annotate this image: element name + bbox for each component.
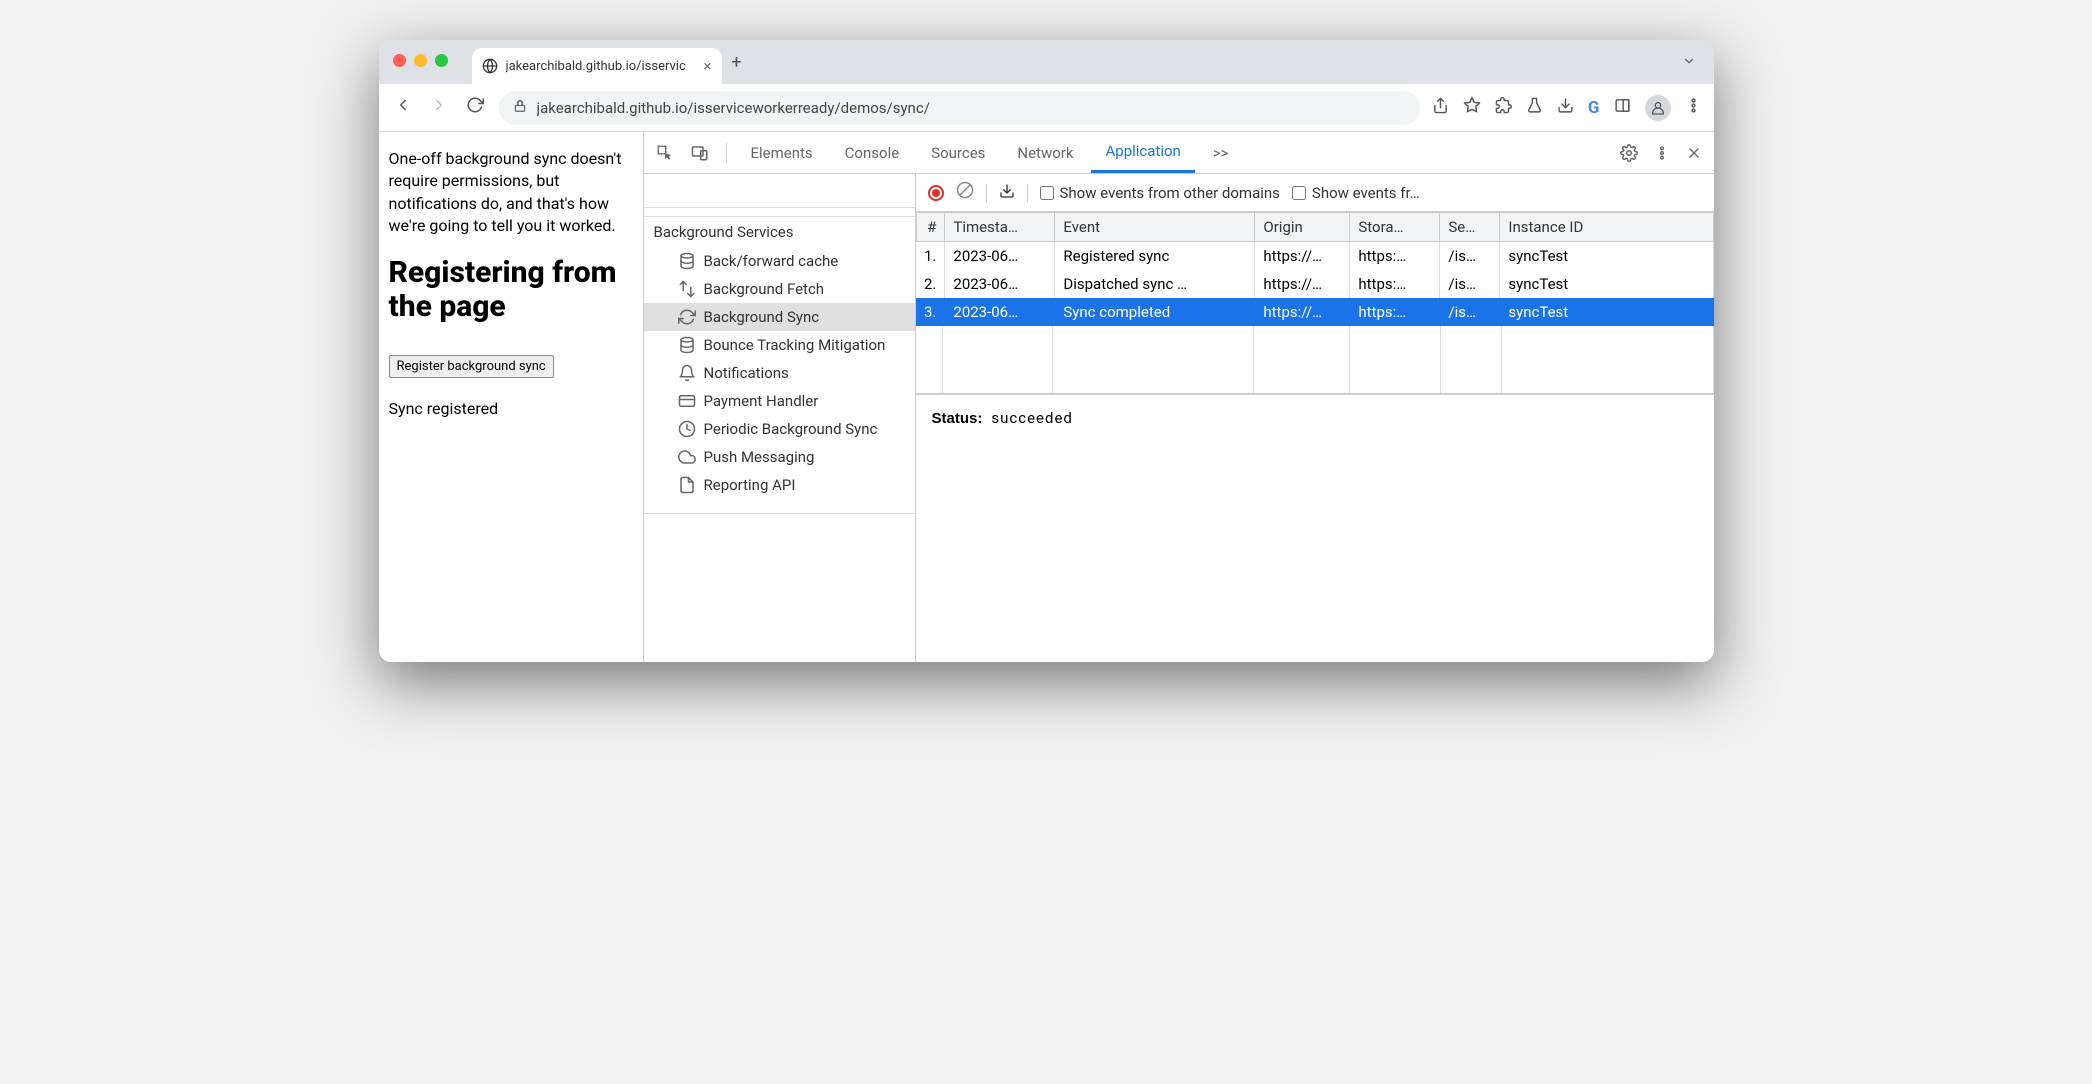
subtoolbar: Show events from other domains Show even… xyxy=(916,174,1714,212)
table-row[interactable]: 1. 2023-06… Registered sync https://… ht… xyxy=(916,242,1713,271)
tab-application[interactable]: Application xyxy=(1091,132,1194,173)
url-text: jakearchibald.github.io/isserviceworkerr… xyxy=(537,99,1406,117)
devtools-tabs: Elements Console Sources Network Applica… xyxy=(644,132,1714,174)
application-sidebar: Background Services Back/forward cache B… xyxy=(644,174,916,662)
menu-icon[interactable] xyxy=(1685,97,1702,119)
updown-icon xyxy=(678,280,696,298)
browser-tab[interactable]: jakearchibald.github.io/isservic × xyxy=(472,48,722,84)
maximize-window-button[interactable] xyxy=(435,54,448,67)
labs-icon[interactable] xyxy=(1526,97,1543,119)
sidebar-item-bg-fetch[interactable]: Background Fetch xyxy=(644,275,915,303)
inspect-element-icon[interactable] xyxy=(650,144,680,162)
side-panel-icon[interactable] xyxy=(1614,97,1631,119)
database-icon xyxy=(678,336,696,354)
clock-icon xyxy=(678,420,696,438)
kebab-icon[interactable] xyxy=(1648,145,1676,161)
file-icon xyxy=(678,476,696,494)
table-row[interactable]: 3. 2023-06… Sync completed https://… htt… xyxy=(916,298,1713,326)
sidebar-item-periodic[interactable]: Periodic Background Sync xyxy=(644,415,915,443)
sidebar-item-notifications[interactable]: Notifications xyxy=(644,359,915,387)
devtools-body: Background Services Back/forward cache B… xyxy=(644,174,1714,662)
tab-console[interactable]: Console xyxy=(831,132,914,173)
minimize-window-button[interactable] xyxy=(414,54,427,67)
close-devtools-icon[interactable] xyxy=(1680,145,1708,161)
show-events-checkbox-2[interactable]: Show events fr… xyxy=(1292,184,1420,202)
sidebar-item-reporting[interactable]: Reporting API xyxy=(644,471,915,499)
globe-icon xyxy=(482,58,498,74)
close-window-button[interactable] xyxy=(393,54,406,67)
register-sync-button[interactable]: Register background sync xyxy=(389,355,554,378)
device-toggle-icon[interactable] xyxy=(684,144,716,162)
sidebar-section-title: Background Services xyxy=(644,216,915,247)
tab-title: jakearchibald.github.io/isservic xyxy=(506,59,696,74)
events-table: # Timesta… Event Origin Stora… Se… Insta… xyxy=(916,212,1714,326)
sync-status-text: Sync registered xyxy=(389,398,633,420)
sidebar-item-push[interactable]: Push Messaging xyxy=(644,443,915,471)
save-icon[interactable] xyxy=(999,183,1015,203)
downloads-icon[interactable] xyxy=(1557,97,1574,119)
intro-paragraph: One-off background sync doesn't require … xyxy=(389,148,633,238)
sidebar-item-bg-sync[interactable]: Background Sync xyxy=(644,303,915,331)
card-icon xyxy=(678,392,696,410)
forward-button[interactable] xyxy=(427,96,451,119)
google-icon[interactable]: G xyxy=(1588,98,1600,118)
share-icon[interactable] xyxy=(1432,97,1449,119)
sidebar-item-bfcache[interactable]: Back/forward cache xyxy=(644,247,915,275)
tab-more[interactable]: >> xyxy=(1199,132,1243,173)
browser-window: jakearchibald.github.io/isservic × + jak… xyxy=(379,40,1714,662)
toolbar-actions: G xyxy=(1432,95,1702,121)
toolbar: jakearchibald.github.io/isserviceworkerr… xyxy=(379,84,1714,132)
sync-icon xyxy=(678,308,696,326)
record-button[interactable] xyxy=(928,185,944,201)
sidebar-item-payment[interactable]: Payment Handler xyxy=(644,387,915,415)
clear-button[interactable] xyxy=(956,181,974,204)
events-table-wrap: # Timesta… Event Origin Stora… Se… Insta… xyxy=(916,212,1714,395)
content-area: One-off background sync doesn't require … xyxy=(379,132,1714,662)
bookmark-star-icon[interactable] xyxy=(1463,96,1481,119)
table-header-row: # Timesta… Event Origin Stora… Se… Insta… xyxy=(916,213,1713,242)
table-row[interactable]: 2. 2023-06… Dispatched sync … https://… … xyxy=(916,270,1713,298)
tab-network[interactable]: Network xyxy=(1003,132,1087,173)
lock-icon xyxy=(513,99,527,117)
page-pane: One-off background sync doesn't require … xyxy=(379,132,644,662)
tab-sources[interactable]: Sources xyxy=(917,132,999,173)
devtools: Elements Console Sources Network Applica… xyxy=(644,132,1714,662)
database-icon xyxy=(678,252,696,270)
show-other-domains-checkbox[interactable]: Show events from other domains xyxy=(1040,184,1280,202)
bell-icon xyxy=(678,364,696,382)
empty-table-area xyxy=(916,326,1714,394)
window-controls xyxy=(393,54,448,67)
profile-avatar[interactable] xyxy=(1645,95,1671,121)
address-bar[interactable]: jakearchibald.github.io/isserviceworkerr… xyxy=(499,91,1420,125)
page-heading: Registering from the page xyxy=(389,256,633,325)
tab-elements[interactable]: Elements xyxy=(737,132,827,173)
back-button[interactable] xyxy=(391,96,415,119)
sidebar-item-bounce[interactable]: Bounce Tracking Mitigation xyxy=(644,331,915,359)
status-line: Status: succeeded xyxy=(916,395,1714,441)
reload-button[interactable] xyxy=(463,96,487,119)
new-tab-button[interactable]: + xyxy=(722,52,752,73)
tabs-dropdown-icon[interactable] xyxy=(1682,53,1696,72)
close-tab-icon[interactable]: × xyxy=(703,57,711,75)
tab-bar: jakearchibald.github.io/isservic × + xyxy=(379,40,1714,84)
bg-sync-panel: Show events from other domains Show even… xyxy=(916,174,1714,662)
cloud-icon xyxy=(678,448,696,466)
extensions-icon[interactable] xyxy=(1495,97,1512,119)
settings-icon[interactable] xyxy=(1614,144,1644,162)
